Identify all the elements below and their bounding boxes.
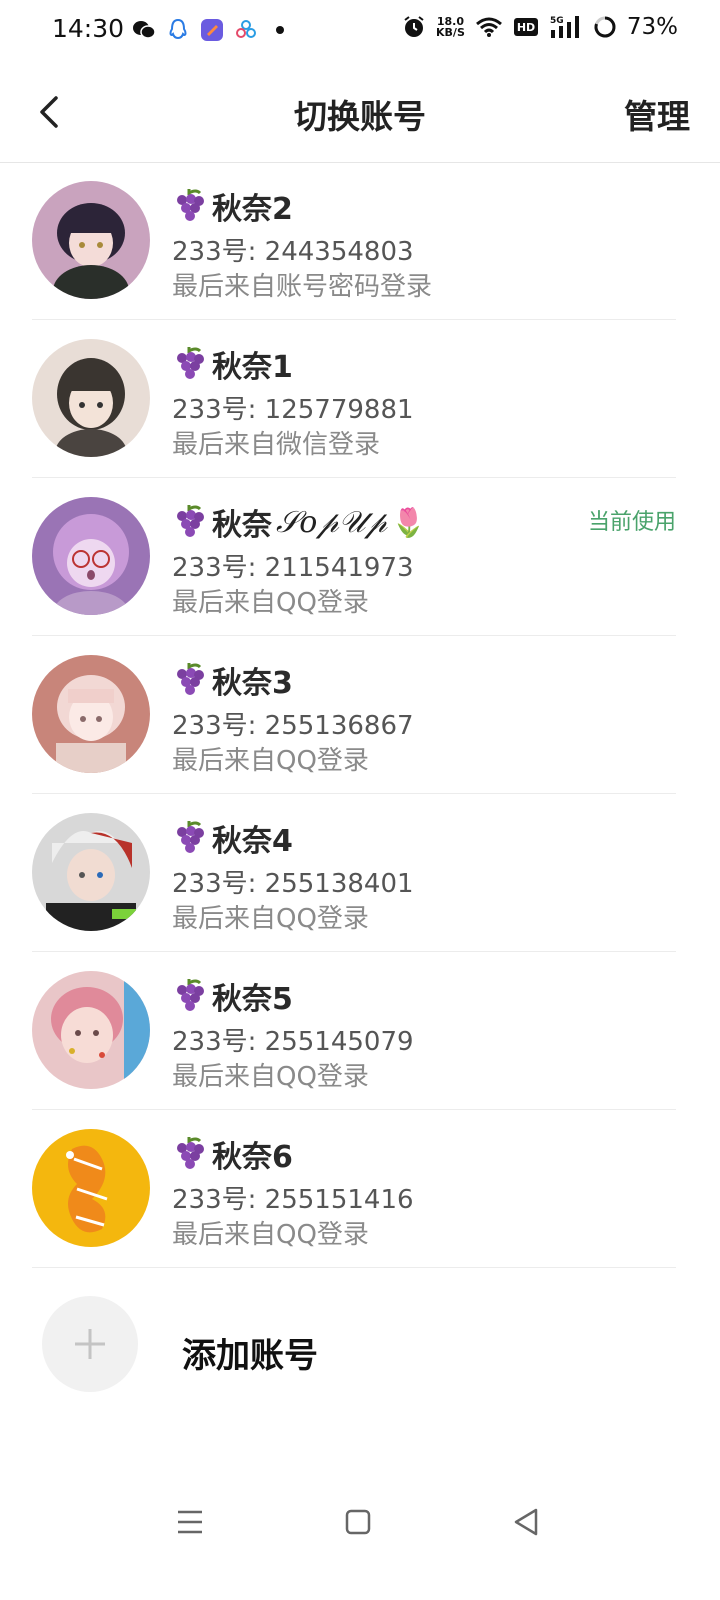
battery-percent: 73% bbox=[626, 14, 678, 40]
menu-icon bbox=[178, 1510, 202, 1534]
account-name-row: 秋奈3 bbox=[172, 658, 293, 702]
header: 切换账号 管理 bbox=[0, 64, 720, 163]
avatar bbox=[32, 181, 150, 299]
current-account-badge: 当前使用 bbox=[587, 510, 676, 535]
clover-icon bbox=[234, 18, 258, 42]
account-number: 233号: 255136867 bbox=[172, 711, 414, 741]
menu-nav-button[interactable] bbox=[170, 1502, 210, 1542]
status-bar: 14:30 18.0 KB/S HD 5G 73% bbox=[0, 0, 720, 64]
login-source: 最后来自QQ登录 bbox=[172, 588, 369, 618]
grape-icon bbox=[177, 347, 204, 379]
app-icon bbox=[200, 18, 224, 42]
account-name: 秋奈6 bbox=[212, 1140, 293, 1175]
manage-button[interactable]: 管理 bbox=[624, 90, 690, 138]
account-name-script: 𝒮𝑜𝓅𝒰𝓅 bbox=[276, 504, 388, 540]
account-name: 秋奈1 bbox=[212, 350, 293, 385]
account-name-row: 秋奈4 bbox=[172, 816, 293, 860]
system-nav-bar bbox=[0, 1490, 720, 1560]
account-name: 秋奈4 bbox=[212, 824, 293, 859]
login-source: 最后来自账号密码登录 bbox=[172, 272, 433, 302]
avatar bbox=[32, 971, 150, 1089]
status-time: 14:30 bbox=[52, 14, 125, 43]
account-number: 233号: 125779881 bbox=[172, 395, 414, 425]
account-list: 秋奈2 233号: 244354803 最后来自账号密码登录 秋奈1 233号:… bbox=[0, 162, 720, 1268]
account-item[interactable]: 秋奈4 233号: 255138401 最后来自QQ登录 bbox=[32, 794, 676, 952]
dot-icon bbox=[268, 18, 292, 42]
cellular-signal-icon: 5G bbox=[549, 14, 583, 40]
back-nav-button[interactable] bbox=[506, 1502, 546, 1542]
account-name-row: 秋奈1 bbox=[172, 342, 293, 386]
grape-icon bbox=[177, 189, 204, 221]
page-title: 切换账号 bbox=[294, 97, 426, 136]
account-name-row: 秋奈5 bbox=[172, 974, 293, 1018]
account-name: 秋奈2 bbox=[212, 192, 293, 227]
avatar bbox=[32, 497, 150, 615]
battery-ring-icon bbox=[593, 15, 617, 39]
grape-icon bbox=[177, 821, 204, 853]
grape-icon bbox=[177, 1137, 204, 1169]
account-item[interactable]: 秋奈5 233号: 255145079 最后来自QQ登录 bbox=[32, 952, 676, 1110]
account-item[interactable]: 秋奈1 233号: 125779881 最后来自微信登录 bbox=[32, 320, 676, 478]
login-source: 最后来自QQ登录 bbox=[172, 746, 369, 776]
account-name: 秋奈5 bbox=[212, 982, 293, 1017]
alarm-icon bbox=[402, 15, 426, 39]
home-nav-button[interactable] bbox=[338, 1502, 378, 1542]
notification-icons bbox=[132, 18, 292, 42]
avatar bbox=[32, 339, 150, 457]
wechat-icon bbox=[132, 18, 156, 42]
hd-icon: HD bbox=[513, 17, 539, 37]
qq-icon bbox=[166, 18, 190, 42]
avatar bbox=[32, 655, 150, 773]
network-speed: 18.0 KB/S bbox=[436, 16, 465, 38]
add-account-row[interactable]: 添加账号 bbox=[0, 1266, 720, 1396]
avatar bbox=[32, 1129, 150, 1247]
add-account-label[interactable]: 添加账号 bbox=[182, 1328, 318, 1377]
login-source: 最后来自微信登录 bbox=[172, 430, 381, 460]
account-number: 233号: 211541973 bbox=[172, 553, 414, 583]
account-item[interactable]: 秋奈3 233号: 255136867 最后来自QQ登录 bbox=[32, 636, 676, 794]
account-name-row: 秋奈2 bbox=[172, 184, 293, 228]
grape-icon bbox=[177, 979, 204, 1011]
account-name-row: 秋奈6 bbox=[172, 1132, 293, 1176]
avatar bbox=[32, 813, 150, 931]
account-item[interactable]: 秋奈2 233号: 244354803 最后来自账号密码登录 bbox=[32, 162, 676, 320]
grape-icon bbox=[177, 505, 204, 537]
wifi-icon bbox=[475, 16, 503, 38]
account-name: 秋奈3 bbox=[212, 666, 293, 701]
tulip-emoji: 🌷 bbox=[391, 505, 426, 539]
plus-icon bbox=[75, 1329, 105, 1359]
account-item[interactable]: 秋奈6 233号: 255151416 最后来自QQ登录 bbox=[32, 1110, 676, 1268]
back-triangle-icon bbox=[514, 1508, 538, 1536]
hd-label: HD bbox=[517, 21, 535, 34]
login-source: 最后来自QQ登录 bbox=[172, 1220, 369, 1250]
signal-label: 5G bbox=[550, 16, 564, 26]
login-source: 最后来自QQ登录 bbox=[172, 1062, 369, 1092]
login-source: 最后来自QQ登录 bbox=[172, 904, 369, 934]
account-number: 233号: 244354803 bbox=[172, 237, 414, 267]
account-number: 233号: 255151416 bbox=[172, 1185, 414, 1215]
system-indicators: 18.0 KB/S HD 5G 73% bbox=[402, 14, 678, 40]
account-name-row: 秋奈 𝒮𝑜𝓅𝒰𝓅 🌷 bbox=[172, 500, 426, 544]
home-square-icon bbox=[345, 1509, 371, 1535]
account-number: 233号: 255138401 bbox=[172, 869, 414, 899]
account-number: 233号: 255145079 bbox=[172, 1027, 414, 1057]
account-item-current[interactable]: 秋奈 𝒮𝑜𝓅𝒰𝓅 🌷 当前使用 233号: 211541973 最后来自QQ登录 bbox=[32, 478, 676, 636]
grape-icon bbox=[177, 663, 204, 695]
add-account-button[interactable] bbox=[42, 1296, 138, 1392]
network-speed-unit: KB/S bbox=[436, 26, 465, 39]
account-name: 秋奈 bbox=[212, 508, 272, 543]
